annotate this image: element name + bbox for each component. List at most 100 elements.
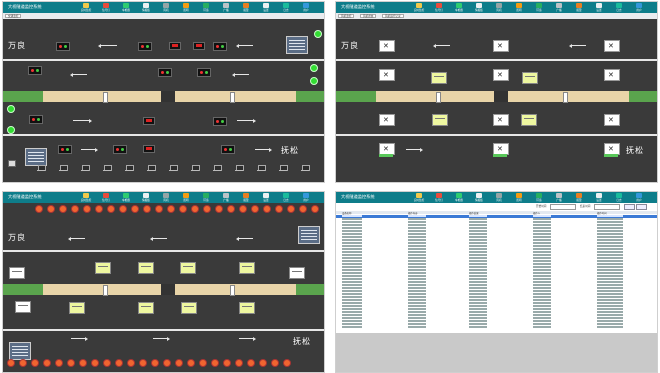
device-unit[interactable] (37, 165, 46, 172)
nav-item[interactable]: 日志 (281, 3, 291, 12)
light-indicator-icon[interactable] (215, 205, 223, 213)
lane-signal-red[interactable] (143, 145, 155, 153)
info-board[interactable] (239, 262, 255, 274)
light-indicator-icon[interactable] (251, 205, 259, 213)
nav-item[interactable]: 设置 (594, 3, 604, 12)
light-indicator-icon[interactable] (127, 359, 135, 367)
nav-item[interactable]: 情报板 (474, 193, 484, 202)
fan-unit[interactable] (493, 69, 509, 81)
device-unit[interactable] (81, 165, 90, 172)
light-indicator-icon[interactable] (271, 359, 279, 367)
fan-unit[interactable] (379, 69, 395, 81)
nav-item[interactable]: 用户 (301, 193, 311, 202)
light-indicator-icon[interactable] (263, 205, 271, 213)
light-indicator-icon[interactable] (71, 205, 79, 213)
info-board[interactable] (180, 262, 196, 274)
nav-item[interactable]: 信号灯 (101, 3, 111, 12)
fan-unit[interactable] (379, 114, 395, 126)
light-indicator-icon[interactable] (167, 205, 175, 213)
light-indicator-icon[interactable] (163, 359, 171, 367)
light-indicator-icon[interactable] (31, 359, 39, 367)
nav-item[interactable]: 车检器 (454, 3, 464, 12)
light-indicator-icon[interactable] (119, 205, 127, 213)
lane-signal[interactable] (221, 145, 235, 154)
device-unit[interactable] (301, 165, 310, 172)
nav-item[interactable]: 设置 (261, 193, 271, 202)
subtab-traffic[interactable]: 交通监控 (5, 14, 22, 18)
fan-unit[interactable] (604, 69, 620, 81)
nav-item[interactable]: 报警 (574, 3, 584, 12)
fan-unit[interactable] (604, 114, 620, 126)
light-indicator-icon[interactable] (223, 359, 231, 367)
lane-signal[interactable] (58, 145, 72, 154)
info-board[interactable] (522, 72, 538, 84)
info-board[interactable] (286, 36, 308, 54)
light-indicator-icon[interactable] (299, 205, 307, 213)
info-board[interactable] (181, 302, 197, 314)
lane-signal[interactable] (213, 117, 227, 126)
lane-signal[interactable] (28, 66, 42, 75)
info-board[interactable] (95, 262, 111, 274)
nav-item[interactable]: 设置 (594, 193, 604, 202)
info-board[interactable] (289, 267, 305, 279)
fan-unit[interactable] (379, 40, 395, 52)
lane-signal[interactable] (197, 68, 211, 77)
fan-unit[interactable] (493, 40, 509, 52)
device-unit[interactable] (213, 165, 222, 172)
nav-item[interactable]: 情报板 (474, 3, 484, 12)
nav-item[interactable]: 风机 (161, 3, 171, 12)
light-indicator-icon[interactable] (191, 205, 199, 213)
light-indicator-icon[interactable] (143, 205, 151, 213)
light-indicator-icon[interactable] (47, 205, 55, 213)
nav-item[interactable]: 报警 (241, 3, 251, 12)
nav-item[interactable]: 信号灯 (434, 193, 444, 202)
device-unit[interactable] (279, 165, 288, 172)
info-board[interactable] (9, 342, 31, 360)
lane-signal[interactable] (158, 68, 172, 77)
info-board[interactable] (15, 301, 31, 313)
nav-item[interactable]: 日志 (281, 193, 291, 202)
info-board[interactable] (138, 302, 154, 314)
lane-signal-red[interactable] (169, 42, 181, 50)
nav-item[interactable]: 照明 (514, 193, 524, 202)
table-row[interactable] (336, 326, 657, 329)
nav-item[interactable]: 用户 (634, 3, 644, 12)
light-indicator-icon[interactable] (187, 359, 195, 367)
nav-item[interactable]: 信号灯 (101, 193, 111, 202)
light-indicator-icon[interactable] (79, 359, 87, 367)
device-unit[interactable] (59, 165, 68, 172)
device-unit[interactable] (191, 165, 200, 172)
nav-item[interactable]: 信号灯 (434, 3, 444, 12)
nav-item[interactable]: 车检器 (121, 193, 131, 202)
nav-item[interactable]: 环境 (201, 3, 211, 12)
nav-item[interactable]: 车检器 (121, 3, 131, 12)
info-board[interactable] (521, 114, 537, 126)
device-unit[interactable] (147, 165, 156, 172)
light-indicator-icon[interactable] (211, 359, 219, 367)
device-unit[interactable] (257, 165, 266, 172)
nav-item[interactable]: 环境 (201, 193, 211, 202)
nav-item[interactable]: 广播 (554, 3, 564, 12)
lane-signal[interactable] (29, 115, 43, 124)
nav-item[interactable]: 实时监控 (414, 3, 424, 12)
info-board[interactable] (431, 72, 447, 84)
lane-signal-red[interactable] (143, 117, 155, 125)
fan-unit[interactable] (604, 40, 620, 52)
light-indicator-icon[interactable] (95, 205, 103, 213)
light-indicator-icon[interactable] (199, 359, 207, 367)
nav-item[interactable]: 广播 (221, 193, 231, 202)
nav-item[interactable]: 广播 (554, 193, 564, 202)
nav-item[interactable]: 报警 (241, 193, 251, 202)
light-indicator-icon[interactable] (19, 359, 27, 367)
lane-signal[interactable] (113, 145, 127, 154)
light-indicator-icon[interactable] (283, 359, 291, 367)
lane-signal[interactable] (213, 42, 227, 51)
nav-item[interactable]: 照明 (514, 3, 524, 12)
device-unit[interactable] (169, 165, 178, 172)
nav-item[interactable]: 用户 (634, 193, 644, 202)
info-board[interactable] (25, 148, 47, 166)
query-button[interactable] (624, 204, 635, 210)
light-indicator-icon[interactable] (131, 205, 139, 213)
info-board[interactable] (298, 226, 320, 244)
light-indicator-icon[interactable] (239, 205, 247, 213)
